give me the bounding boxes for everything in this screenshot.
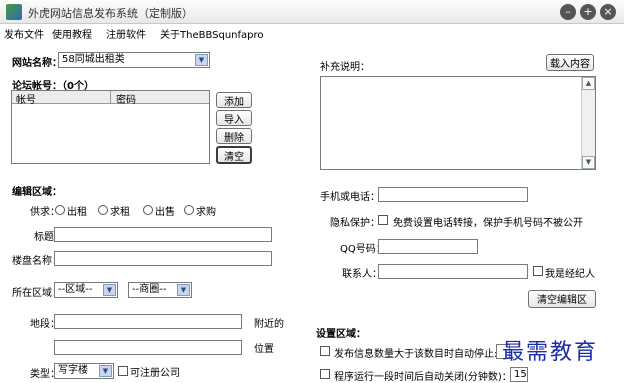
chevron-down-icon: ▼	[103, 284, 116, 296]
window-title: 外虎网站信息发布系统（定制版）	[28, 7, 193, 20]
title-input[interactable]	[54, 227, 272, 242]
watermark-text: 最需教育	[502, 340, 599, 365]
menu-publish-file[interactable]: 发布文件	[4, 26, 44, 41]
column-divider	[110, 91, 111, 104]
notes-label: 补充说明：	[320, 62, 370, 73]
notes-textarea[interactable]: ▲ ▼	[320, 76, 596, 170]
company-checkbox[interactable]	[118, 366, 128, 376]
column-password: 密码	[116, 95, 136, 106]
phone-input[interactable]	[378, 187, 528, 202]
auto-close-label: 程序运行一段时间后自动关闭(分钟数)：	[334, 372, 512, 383]
import-account-button[interactable]: 导入	[216, 110, 252, 126]
menu-tutorial[interactable]: 使用教程	[52, 26, 92, 41]
clear-edit-button[interactable]: 清空编辑区	[528, 290, 596, 308]
menu-register[interactable]: 注册软件	[106, 26, 146, 41]
site-label: 网站名称：	[12, 58, 62, 69]
chevron-down-icon: ▼	[177, 284, 190, 296]
delete-account-button[interactable]: 删除	[216, 128, 252, 144]
district-select[interactable]: --区域-- ▼	[54, 282, 118, 298]
privacy-checkbox[interactable]	[378, 215, 388, 225]
privacy-label: 隐私保护：	[330, 218, 380, 229]
close-button[interactable]: ×	[600, 4, 616, 20]
column-account: 帐号	[16, 95, 36, 106]
privacy-text: 免费设置电话转接，保护手机号码不被公开	[393, 218, 583, 229]
zone-select[interactable]: --商圈-- ▼	[128, 282, 192, 298]
district-select-value: --区域--	[58, 284, 93, 295]
radio-buy-label: 求购	[196, 207, 216, 218]
radio-rent-seek[interactable]	[98, 205, 108, 215]
address-input[interactable]	[54, 314, 242, 329]
radio-rent-out-label: 出租	[67, 207, 87, 218]
menu-bar	[0, 24, 624, 42]
radio-buy[interactable]	[184, 205, 194, 215]
radio-rent-out[interactable]	[55, 205, 65, 215]
add-account-button[interactable]: 添加	[216, 92, 252, 108]
radio-sell[interactable]	[143, 205, 153, 215]
zone-select-value: --商圈--	[132, 284, 167, 295]
type-select-value: 写字楼	[58, 365, 88, 376]
auto-stop-checkbox[interactable]	[320, 346, 330, 356]
auto-close-checkbox[interactable]	[320, 369, 330, 379]
radio-sell-label: 出售	[155, 207, 175, 218]
qq-input[interactable]	[378, 239, 478, 254]
auto-stop-label: 发布信息数量大于该数目时自动停止:	[334, 349, 498, 360]
load-content-button[interactable]: 载入内容	[546, 54, 594, 71]
scroll-down-icon[interactable]: ▼	[582, 156, 595, 169]
contact-label: 联系人：	[342, 269, 382, 280]
settings-section-title: 设置区域：	[316, 329, 366, 340]
phone-label: 手机或电话：	[320, 192, 380, 203]
clear-account-button[interactable]: 清空	[216, 146, 252, 164]
scroll-up-icon[interactable]: ▲	[582, 77, 595, 90]
agent-checkbox[interactable]	[533, 266, 543, 276]
menu-about[interactable]: 关于TheBBSqunfapro	[160, 26, 264, 41]
minimize-button[interactable]: –	[560, 4, 576, 20]
maximize-button[interactable]: +	[580, 4, 596, 20]
location-suffix: 位置	[254, 344, 274, 355]
building-input[interactable]	[54, 251, 272, 266]
type-select[interactable]: 写字楼 ▼	[54, 363, 114, 379]
company-checkbox-label: 可注册公司	[130, 368, 180, 379]
radio-rent-seek-label: 求租	[110, 207, 130, 218]
account-grid[interactable]: 帐号 密码	[11, 90, 210, 164]
contact-input[interactable]	[378, 264, 528, 279]
edit-section-title: 编辑区域：	[12, 187, 62, 198]
site-select-value: 58同城出租类	[62, 54, 125, 65]
location-input[interactable]	[54, 340, 242, 355]
app-icon	[6, 4, 22, 20]
site-select[interactable]: 58同城出租类 ▼	[58, 52, 210, 68]
grid-header: 帐号 密码	[12, 91, 209, 106]
agent-checkbox-label: 我是经纪人	[545, 269, 595, 280]
address-suffix: 附近的	[254, 319, 284, 330]
chevron-down-icon: ▼	[195, 54, 208, 66]
notes-scrollbar[interactable]: ▲ ▼	[581, 77, 595, 169]
chevron-down-icon: ▼	[99, 365, 112, 377]
